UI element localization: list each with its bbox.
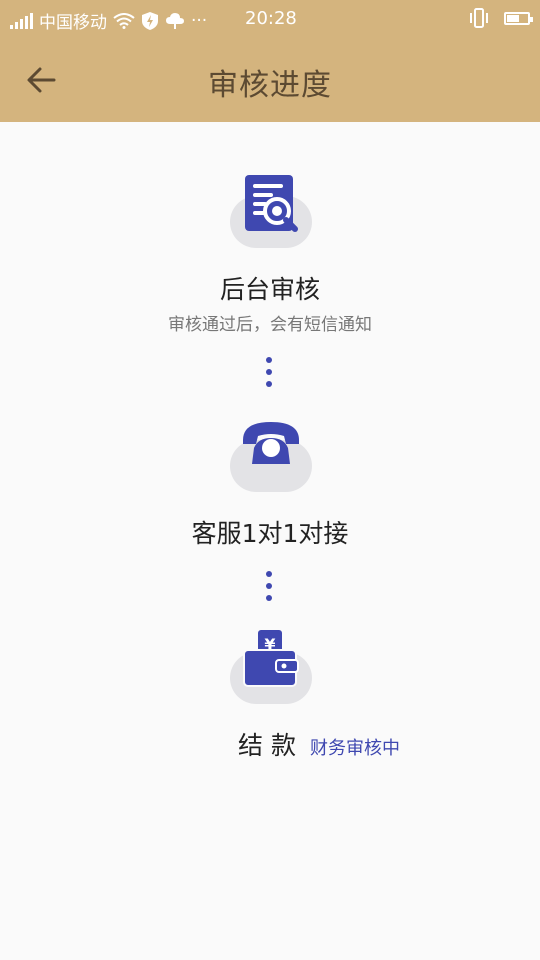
step-review-icon: [226, 168, 316, 258]
clock: 20:28: [245, 8, 297, 29]
shield-icon: [142, 11, 158, 30]
telephone-icon: [243, 422, 299, 464]
carrier-name: 中国移动: [39, 13, 107, 33]
step-payment-row: 结款 财务审核中: [238, 726, 400, 762]
cloud-icon: [166, 12, 184, 29]
wallet-icon: ¥: [243, 630, 299, 687]
payment-status: 财务审核中: [310, 738, 401, 759]
step-connector: [266, 571, 274, 607]
vibrate-icon: [470, 8, 488, 28]
battery-level: [507, 14, 520, 22]
step-review-subtitle: 审核通过后，会有短信通知: [168, 315, 372, 335]
step-service-title: 客服1对1对接: [191, 519, 349, 548]
step-review-title: 后台审核: [219, 275, 320, 304]
battery-icon: [504, 11, 533, 25]
wifi-icon: [113, 12, 135, 29]
step-service-icon: [226, 412, 316, 502]
step-payment-title: 结款: [238, 731, 305, 760]
page-title: 审核进度: [208, 68, 332, 103]
more-indicator: ···: [191, 10, 208, 31]
step-payment-icon: ¥: [226, 624, 316, 714]
step-connector: [266, 357, 274, 393]
document-search-icon: [245, 175, 298, 232]
status-bar: 中国移动 ··· 20:28: [0, 0, 540, 40]
signal-icon: [10, 12, 33, 29]
